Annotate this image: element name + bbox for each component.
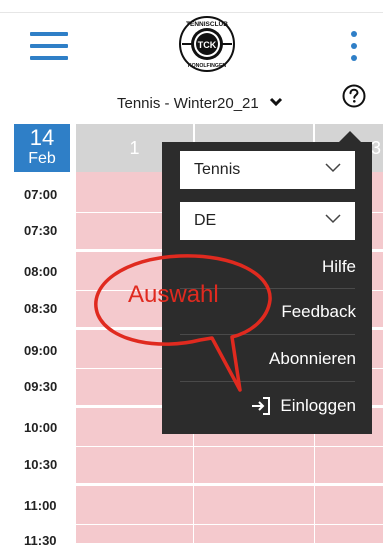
group-selector[interactable]: Tennis - Winter20_21 (117, 93, 283, 113)
sport-select[interactable]: Tennis (180, 151, 355, 189)
menu-item-hilfe[interactable]: Hilfe (322, 257, 356, 277)
callout-label: Auswahl (128, 281, 219, 308)
menu-separator (180, 381, 355, 382)
menu-pointer (339, 131, 361, 142)
menu-separator (180, 334, 355, 335)
date-month: Feb (28, 150, 56, 167)
kebab-icon[interactable] (347, 30, 361, 62)
time-label: 11:00 (24, 498, 57, 513)
login-icon (252, 397, 271, 415)
time-label: 10:30 (24, 457, 58, 472)
grid-divider (76, 483, 383, 486)
time-label: 08:00 (24, 264, 58, 279)
question-circle-icon[interactable] (342, 84, 366, 108)
chevron-down-icon (269, 96, 283, 110)
time-label: 10:00 (24, 420, 58, 435)
date-badge[interactable]: 14 Feb (14, 124, 70, 172)
date-day: 14 (29, 125, 55, 150)
language-select-value: DE (194, 212, 217, 229)
logo-bottom-text: KONOLFINGEN (188, 63, 227, 69)
group-selector-label: Tennis - Winter20_21 (117, 94, 259, 112)
time-label: 08:30 (24, 301, 58, 316)
time-label: 07:00 (24, 187, 58, 202)
chevron-down-icon (325, 163, 341, 173)
hamburger-icon[interactable] (30, 30, 68, 62)
sport-select-value: Tennis (194, 161, 241, 178)
menu-item-abonnieren[interactable]: Abonnieren (269, 349, 356, 369)
time-label: 07:30 (24, 223, 58, 238)
club-logo[interactable]: TENNISCLUB TCK KONOLFINGEN (178, 15, 236, 73)
menu-item-einloggen-label: Einloggen (280, 396, 356, 415)
top-divider (0, 12, 383, 13)
grid-divider (76, 524, 383, 525)
menu-item-feedback[interactable]: Feedback (281, 302, 356, 322)
logo-center-text: TCK (198, 40, 217, 50)
time-label: 09:00 (24, 343, 58, 358)
grid-divider (76, 446, 383, 447)
menu-item-einloggen[interactable]: Einloggen (250, 396, 356, 416)
language-select[interactable]: DE (180, 202, 355, 240)
chevron-down-icon (325, 214, 341, 224)
time-label: 11:30 (24, 533, 57, 548)
logo-top-text: TENNISCLUB (186, 21, 228, 28)
time-label: 09:30 (24, 379, 58, 394)
